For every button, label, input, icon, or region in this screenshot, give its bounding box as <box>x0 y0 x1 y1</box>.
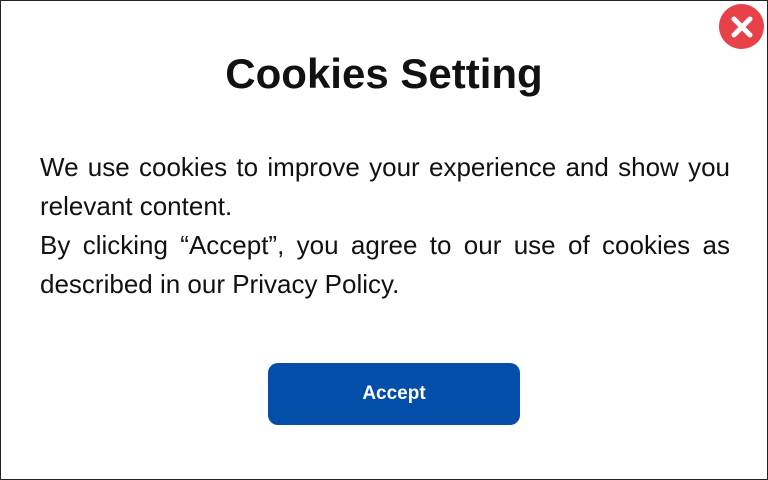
message-paragraph: We use cookies to improve your experienc… <box>40 152 730 221</box>
close-button[interactable] <box>719 4 764 49</box>
close-icon <box>731 16 752 37</box>
message-paragraph: By clicking “Accept”, you agree to our u… <box>40 230 730 299</box>
dialog-message: We use cookies to improve your experienc… <box>40 148 730 304</box>
dialog-title: Cookies Setting <box>225 50 543 97</box>
accept-button[interactable]: Accept <box>268 363 520 425</box>
cookies-dialog: Cookies Setting We use cookies to improv… <box>0 0 768 480</box>
